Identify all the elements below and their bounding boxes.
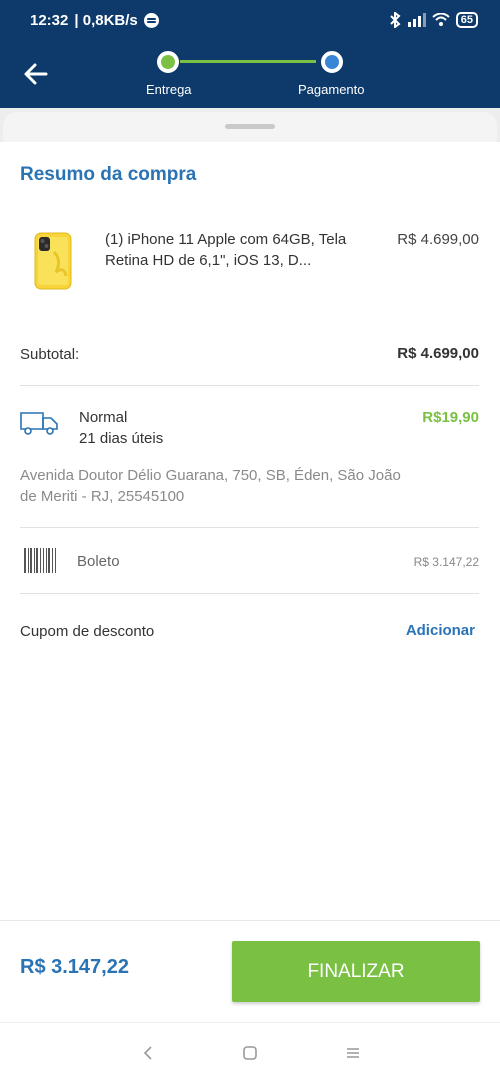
purchase-summary: Resumo da compra (1) iPhone 11 Apple com… (0, 142, 500, 920)
bluetooth-icon (390, 12, 401, 28)
spotify-icon (143, 12, 159, 28)
chevron-left-icon (143, 1046, 152, 1060)
product-image (34, 232, 72, 290)
finalize-button[interactable]: FINALIZAR (232, 941, 480, 1002)
arrow-left-icon (24, 63, 48, 85)
payment-value: R$ 3.147,22 (413, 555, 479, 569)
payment-method: Boleto (77, 553, 120, 570)
nav-back-button[interactable] (138, 1043, 158, 1063)
status-net-speed: | 0,8KB/s (74, 11, 138, 29)
barcode-icon (24, 548, 56, 573)
shipping-type: Normal (79, 409, 128, 426)
shipping-days: 21 dias úteis (79, 430, 164, 447)
step-payment-dot (321, 51, 343, 73)
divider (20, 593, 479, 594)
divider (20, 385, 479, 386)
summary-title: Resumo da compra (20, 164, 197, 185)
square-icon (243, 1046, 257, 1060)
status-right: 65 (388, 12, 478, 28)
status-left: 12:32 | 0,8KB/s (30, 12, 159, 29)
drag-handle[interactable] (225, 124, 275, 129)
step-delivery-label[interactable]: Entrega (146, 82, 192, 97)
product-price: R$ 4.699,00 (397, 231, 479, 248)
divider (20, 527, 479, 528)
wifi-icon (432, 13, 450, 26)
android-nav-bar (0, 1022, 500, 1082)
product-name: (1) iPhone 11 Apple com 64GB, Tela Retin… (105, 231, 347, 269)
step-payment-label[interactable]: Pagamento (298, 82, 365, 97)
subtotal-label: Subtotal: (20, 346, 80, 363)
battery-icon: 65 (455, 12, 478, 28)
status-bar: 12:32 | 0,8KB/s 65 (0, 0, 500, 40)
truck-icon (20, 412, 58, 435)
status-time: 12:32 (30, 11, 69, 29)
checkout-header: Entrega Pagamento (0, 40, 500, 108)
signal-icon (407, 13, 426, 27)
menu-icon (347, 1048, 359, 1058)
add-coupon-link[interactable]: Adicionar (406, 622, 475, 639)
nav-home-button[interactable] (240, 1043, 260, 1063)
order-total: R$ 3.147,22 (20, 956, 129, 978)
back-button[interactable] (20, 58, 52, 90)
stepper-line (180, 60, 316, 63)
checkout-footer: R$ 3.147,22 FINALIZAR (0, 920, 500, 1022)
subtotal-value: R$ 4.699,00 (397, 345, 479, 362)
nav-menu-button[interactable] (343, 1043, 363, 1063)
step-delivery-dot (157, 51, 179, 73)
coupon-label: Cupom de desconto (20, 623, 155, 640)
shipping-address: Avenida Doutor Délio Guarana, 750, SB, É… (20, 467, 401, 505)
shipping-price: R$19,90 (422, 409, 479, 426)
